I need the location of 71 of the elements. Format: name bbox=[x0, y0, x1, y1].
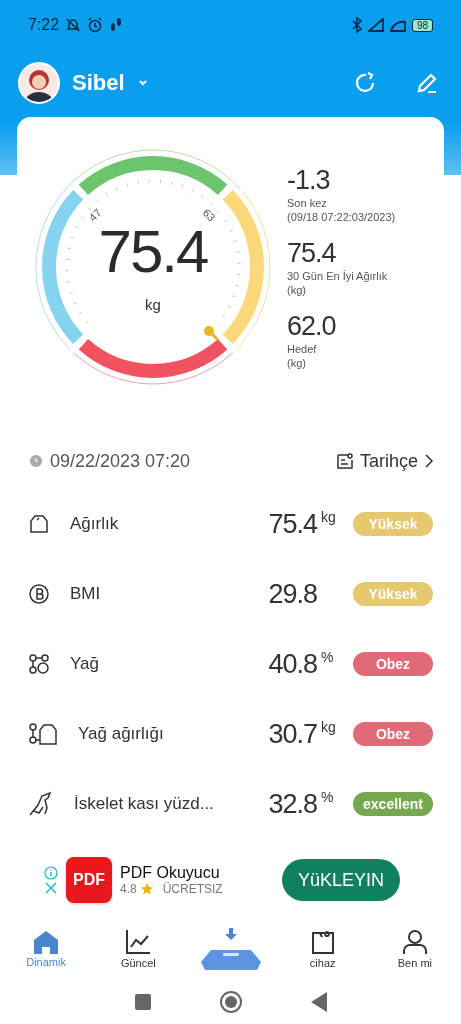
stat-note: (kg) bbox=[287, 282, 307, 297]
ad-title: PDF Okuyucu bbox=[120, 864, 220, 882]
measurement-date: 09/22/2023 07:20 bbox=[50, 450, 191, 472]
stat-value: 62.0 bbox=[287, 310, 337, 342]
metric-row[interactable]: Yağ 40.8% Obez bbox=[0, 629, 461, 699]
muted-bell-icon bbox=[65, 17, 82, 33]
line-chart-icon bbox=[125, 929, 152, 955]
metric-value: 29.8 bbox=[268, 578, 317, 610]
metric-label: BMI bbox=[70, 584, 102, 604]
metric-value: 32.8 bbox=[268, 788, 317, 820]
status-badge: Yüksek bbox=[353, 582, 433, 606]
ad-price: ÜCRETSIZ bbox=[162, 882, 223, 896]
metric-unit: % bbox=[321, 649, 334, 665]
bluetooth-icon bbox=[351, 17, 362, 33]
refresh-icon bbox=[353, 71, 377, 95]
b-circle-icon bbox=[28, 583, 50, 605]
stat-value: -1.3 bbox=[287, 164, 331, 196]
status-badge: excellent bbox=[353, 792, 433, 816]
molecule-icon bbox=[28, 653, 50, 675]
history-icon bbox=[335, 452, 354, 470]
nav-tab[interactable]: cihaz bbox=[276, 928, 369, 970]
nav-tab[interactable]: Güncel bbox=[92, 928, 185, 970]
battery-level: 98 bbox=[411, 18, 433, 32]
metric-row[interactable]: BMI 29.8 Yüksek bbox=[0, 559, 461, 629]
stat-label: 30 Gün En İyi Ağırlık bbox=[287, 268, 389, 283]
nav-tab[interactable]: Ben mi bbox=[368, 928, 461, 970]
stat-label: Son kez bbox=[287, 195, 328, 210]
metric-label: Yağ ağırlığı bbox=[78, 724, 165, 744]
recents-icon[interactable] bbox=[134, 993, 151, 1010]
close-icon[interactable] bbox=[45, 882, 57, 894]
metric-label: İskelet kası yüzd... bbox=[74, 794, 215, 814]
metric-unit: kg bbox=[321, 719, 336, 735]
metric-row[interactable]: İskelet kası yüzd... 32.8% excellent bbox=[0, 769, 461, 839]
metric-label: Ağırlık bbox=[70, 514, 120, 534]
back-icon[interactable] bbox=[310, 991, 327, 1012]
status-badge: Yüksek bbox=[353, 512, 433, 536]
metric-value: 40.8 bbox=[268, 648, 317, 680]
chevron-down-icon[interactable] bbox=[136, 79, 149, 87]
history-link[interactable]: Tarihçe bbox=[335, 450, 434, 472]
weight-unit: kg bbox=[145, 296, 161, 313]
star-icon bbox=[140, 883, 153, 895]
metric-unit: % bbox=[321, 789, 334, 805]
stat-note: (kg) bbox=[287, 355, 307, 370]
metric-value: 30.7 bbox=[268, 718, 317, 750]
signal-icon bbox=[367, 18, 384, 32]
scale-icon bbox=[198, 926, 263, 972]
alarm-icon bbox=[87, 17, 104, 33]
metric-label: Yağ bbox=[70, 654, 100, 674]
pencil-icon bbox=[415, 71, 439, 95]
home-circle-icon[interactable] bbox=[218, 989, 243, 1014]
home-icon bbox=[33, 930, 60, 954]
status-time: 7:22 bbox=[28, 16, 60, 34]
install-button[interactable]: YüKLEYIN bbox=[282, 859, 400, 901]
stat-value: 75.4 bbox=[287, 237, 337, 269]
footsteps-icon bbox=[109, 17, 124, 33]
chevron-right-icon bbox=[424, 453, 434, 469]
status-badge: Obez bbox=[353, 652, 433, 676]
app-icon[interactable]: PDF bbox=[66, 857, 112, 903]
info-icon[interactable] bbox=[44, 866, 58, 880]
clock-icon bbox=[30, 455, 42, 467]
nav-tab[interactable]: Dinamik bbox=[0, 929, 93, 969]
avatar[interactable] bbox=[18, 62, 60, 104]
status-badge: Obez bbox=[353, 722, 433, 746]
metric-value: 75.4 bbox=[268, 508, 317, 540]
stat-note: (09/18 07:22:03/2023) bbox=[287, 209, 396, 224]
stat-label: Hedef bbox=[287, 341, 318, 356]
metric-unit: kg bbox=[321, 509, 336, 525]
person-icon bbox=[401, 929, 428, 955]
ad-rating: 4.8 bbox=[120, 882, 137, 896]
wifi-icon bbox=[389, 18, 406, 32]
bag-icon bbox=[310, 929, 335, 955]
